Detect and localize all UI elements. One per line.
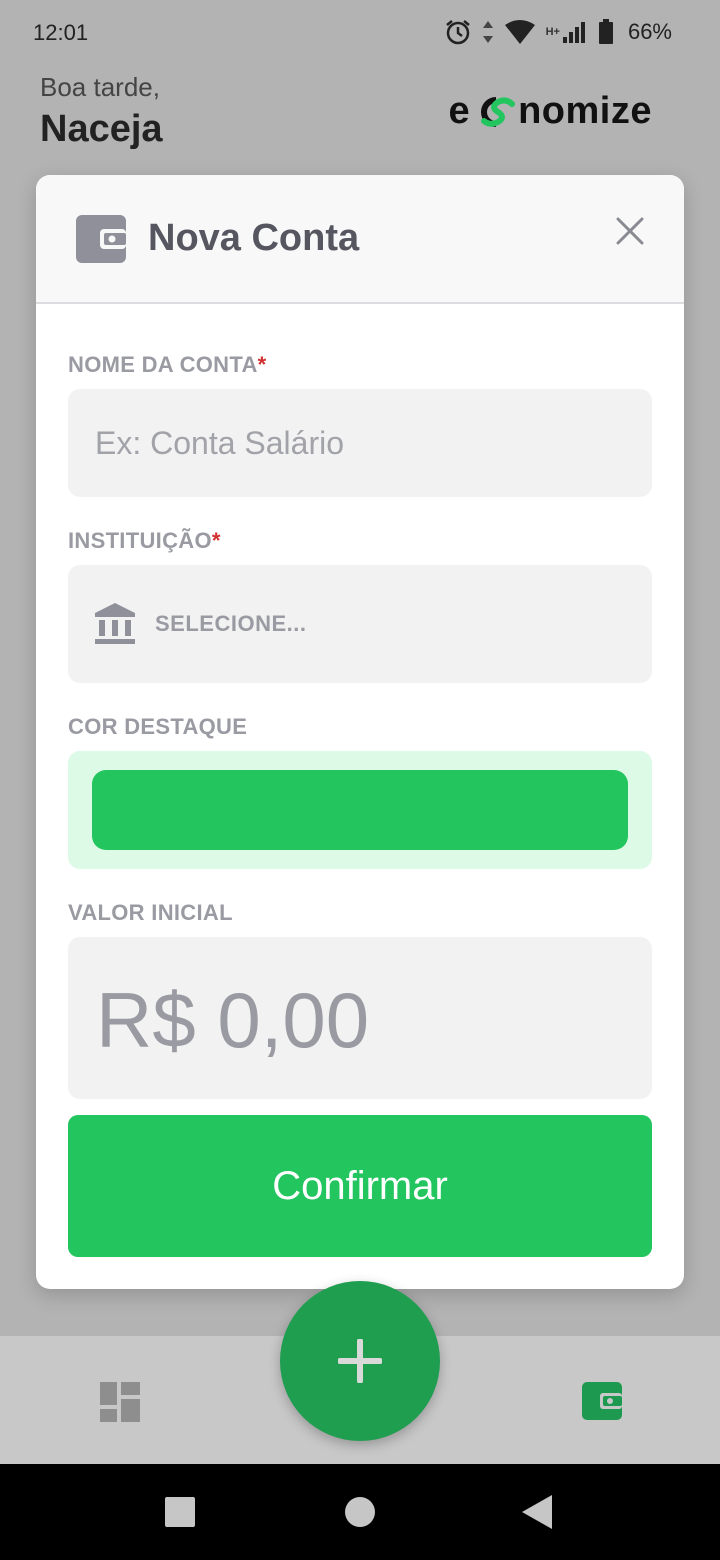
new-account-modal: Nova Conta NOME DA CONTA* INSTITUIÇÃO* S… bbox=[36, 175, 684, 1289]
modal-title: Nova Conta bbox=[148, 217, 360, 259]
wifi-icon bbox=[504, 20, 535, 44]
wallet-icon[interactable] bbox=[582, 1382, 622, 1420]
battery-icon bbox=[598, 19, 613, 44]
wallet-icon bbox=[76, 215, 126, 263]
data-arrows-icon bbox=[482, 21, 493, 43]
battery-percent: 66% bbox=[627, 19, 672, 44]
required-mark: * bbox=[211, 528, 221, 553]
greeting: Boa tarde, bbox=[40, 72, 160, 102]
network-type: H+ bbox=[545, 26, 560, 38]
highlight-color-label: COR DESTAQUE bbox=[68, 714, 248, 739]
plus-icon bbox=[338, 1339, 382, 1383]
recent-apps-icon[interactable] bbox=[165, 1497, 195, 1527]
account-name-label: NOME DA CONTA* bbox=[68, 352, 267, 378]
logo-suffix: nomize bbox=[518, 90, 652, 132]
system-nav-bar bbox=[0, 1464, 720, 1560]
highlight-color-swatch[interactable] bbox=[92, 770, 628, 850]
dashboard-icon[interactable] bbox=[100, 1382, 140, 1422]
initial-value-text: R$ 0,00 bbox=[96, 976, 370, 1064]
alarm-icon bbox=[445, 20, 470, 45]
account-name-input[interactable] bbox=[68, 389, 652, 497]
required-mark: * bbox=[257, 352, 267, 377]
app-logo: e nomize bbox=[448, 90, 652, 133]
add-button[interactable] bbox=[280, 1281, 440, 1441]
institution-label: INSTITUIÇÃO* bbox=[68, 528, 221, 554]
bank-icon bbox=[95, 603, 135, 644]
account-name-field bbox=[68, 389, 652, 497]
institution-placeholder: SELECIONE... bbox=[155, 611, 307, 636]
account-name-label-text: NOME DA CONTA bbox=[68, 352, 258, 377]
institution-select[interactable]: SELECIONE... bbox=[68, 565, 652, 683]
initial-value-field[interactable]: R$ 0,00 bbox=[68, 937, 652, 1099]
logo-coin-icon bbox=[481, 96, 516, 127]
back-icon[interactable] bbox=[522, 1495, 554, 1529]
highlight-color-field bbox=[68, 751, 652, 869]
user-name: Naceja bbox=[40, 108, 163, 150]
signal-icon bbox=[562, 22, 585, 43]
status-bar: 12:01 H+ 66% bbox=[0, 0, 720, 64]
status-icons: H+ 66% bbox=[444, 18, 672, 46]
home-icon[interactable] bbox=[345, 1497, 375, 1527]
logo-prefix: e bbox=[448, 90, 471, 132]
modal-header: Nova Conta bbox=[36, 175, 684, 304]
confirm-button[interactable]: Confirmar bbox=[68, 1115, 652, 1257]
status-time: 12:01 bbox=[33, 20, 89, 45]
institution-label-text: INSTITUIÇÃO bbox=[68, 528, 212, 553]
initial-value-label: VALOR INICIAL bbox=[68, 900, 233, 925]
close-icon[interactable] bbox=[616, 217, 644, 245]
